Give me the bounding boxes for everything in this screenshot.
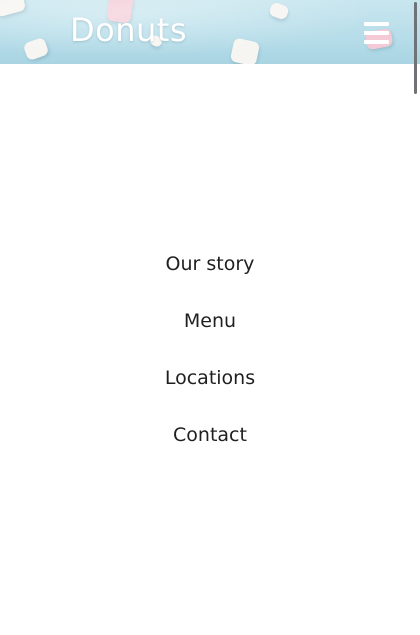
scrollbar-thumb[interactable]	[414, 2, 417, 94]
marshmallow-image	[229, 37, 261, 64]
hamburger-menu-icon	[364, 31, 389, 35]
site-logo[interactable]: Donuts	[70, 11, 187, 49]
marshmallow-image	[0, 0, 27, 18]
site-header: Donuts	[0, 0, 420, 64]
nav-link-contact[interactable]: Contact	[0, 411, 420, 468]
nav-link-locations[interactable]: Locations	[0, 354, 420, 411]
hamburger-menu-icon	[364, 22, 389, 26]
main-navigation: Our story Menu Locations Contact	[0, 240, 420, 468]
marshmallow-image	[268, 1, 290, 21]
hamburger-menu-icon	[364, 40, 389, 44]
menu-toggle-button[interactable]	[364, 22, 389, 44]
nav-link-our-story[interactable]: Our story	[0, 240, 420, 297]
marshmallow-image	[22, 36, 50, 62]
nav-link-menu[interactable]: Menu	[0, 297, 420, 354]
